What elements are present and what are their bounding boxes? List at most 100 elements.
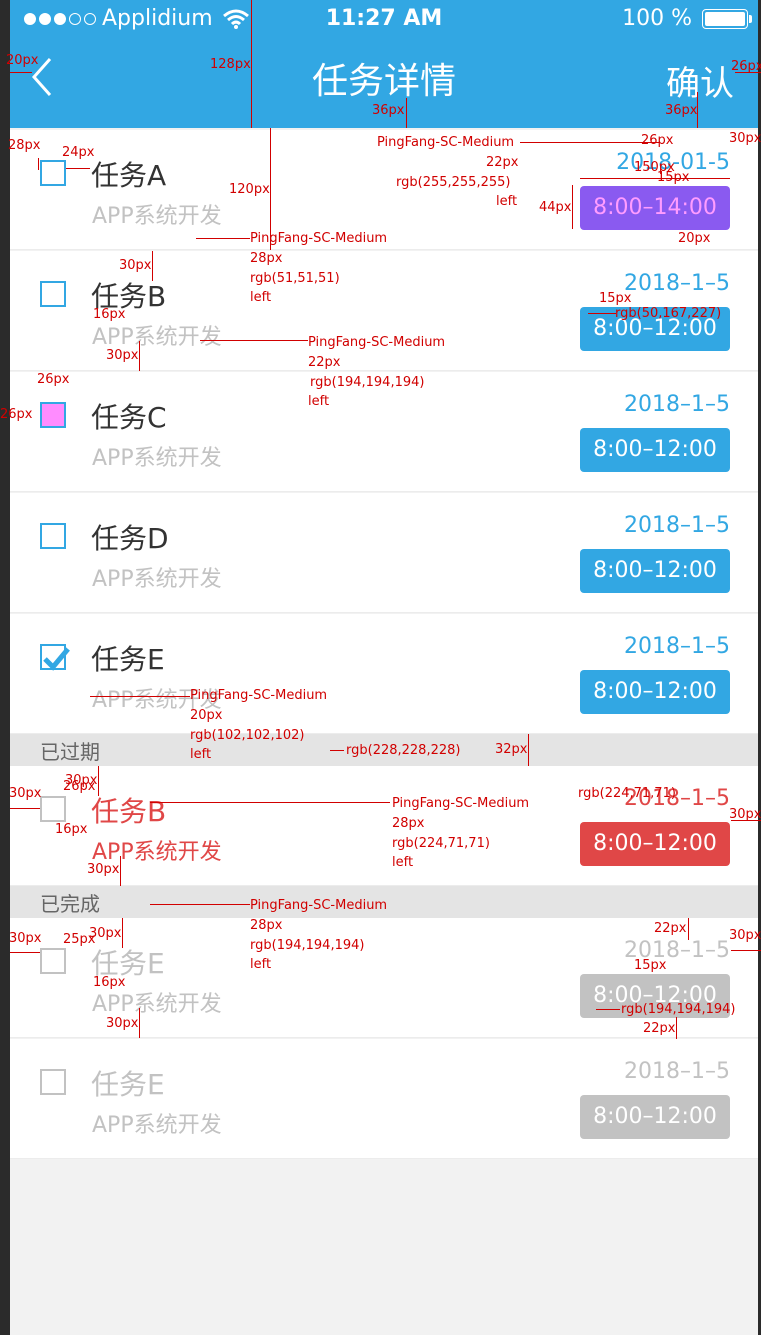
anno-label: PingFang-SC-Medium [377,135,515,150]
task-name: 任务D [91,522,169,555]
checkmark-icon [43,647,70,671]
anno-label: 36px [372,103,405,118]
anno-label: 30px [89,926,122,941]
task-name: 任务E [91,643,165,676]
anno-label: rgb(51,51,51) [250,271,340,286]
anno-label: rgb(228,228,228) [346,743,461,758]
anno-line [688,918,689,940]
task-item-expired[interactable]: 任务B APP系统开发 2018–1–5 8:00–12:00 [10,766,758,886]
task-date: 2018–1–5 [624,1059,730,1084]
anno-label: 30px [729,928,761,943]
task-subtitle: APP系统开发 [92,1113,222,1138]
anno-line [10,952,40,953]
anno-label: 36px [665,103,698,118]
task-checkbox[interactable] [40,402,66,428]
anno-line [528,734,529,766]
task-checkbox[interactable] [40,948,66,974]
task-checkbox[interactable] [40,160,66,186]
anno-label: 128px [210,57,251,72]
anno-label: 30px [119,258,152,273]
status-bar: Applidium 11:27 AM 100 % [10,0,758,40]
task-checkbox[interactable] [40,1069,66,1095]
anno-line [580,178,730,179]
anno-line [10,808,40,809]
anno-label: 44px [539,200,572,215]
anno-label: 16px [55,822,88,837]
anno-line [10,72,32,73]
task-date: 2018–1–5 [624,392,730,417]
anno-label: 30px [106,1016,139,1031]
task-subtitle: APP系统开发 [92,992,222,1017]
anno-label: 20px [6,53,39,68]
anno-label: 22px [486,155,519,170]
anno-label: 22px [643,1021,676,1036]
anno-line [66,168,90,169]
anno-label: 30px [106,348,139,363]
anno-label: left [392,855,414,870]
task-checkbox[interactable] [40,796,66,822]
task-checkbox[interactable] [40,281,66,307]
anno-label: PingFang-SC-Medium [308,335,446,350]
anno-line [676,1017,677,1039]
task-name: 任务E [91,1068,165,1101]
anno-label: 30px [87,862,120,877]
anno-label: 15px [599,291,632,306]
task-checkbox[interactable] [40,523,66,549]
anno-label: 28px [392,816,425,831]
anno-label: 16px [93,307,126,322]
anno-label: left [250,290,272,305]
confirm-button[interactable]: 确认 [666,56,734,105]
task-time-badge[interactable]: 8:00–12:00 [580,549,730,593]
task-item[interactable]: 任务C APP系统开发 2018–1–5 8:00–12:00 [10,372,758,492]
anno-label: rgb(194,194,194) [310,375,425,390]
anno-line [122,918,123,948]
task-subtitle: APP系统开发 [92,204,222,229]
anno-label: rgb(224,71,71) [578,786,676,801]
anno-label: 16px [93,975,126,990]
anno-label: left [190,747,212,762]
task-name: 任务C [91,401,167,434]
task-time-badge[interactable]: 8:00–14:00 [580,186,730,230]
anno-label: rgb(102,102,102) [190,728,305,743]
anno-label: rgb(224,71,71) [392,836,490,851]
anno-label: left [308,394,330,409]
task-checkbox-checked[interactable] [40,644,70,671]
section-label: 已过期 [40,740,100,764]
task-time-badge[interactable]: 8:00–12:00 [580,1095,730,1139]
anno-label: PingFang-SC-Medium [190,688,328,703]
anno-line [596,1009,620,1010]
task-subtitle: APP系统开发 [92,325,222,350]
anno-label: 30px [9,786,42,801]
anno-line [251,0,252,128]
task-date: 2018–1–5 [624,513,730,538]
screen: Applidium 11:27 AM 100 % 任务详情 确认 任务A APP… [10,0,758,1335]
anno-label: 20px [190,708,223,723]
task-subtitle: APP系统开发 [92,567,222,592]
anno-label: rgb(255,255,255) [396,175,511,190]
task-time-badge[interactable]: 8:00–12:00 [580,822,730,866]
anno-line [150,802,390,803]
battery-percent: 100 % [622,6,692,31]
anno-label: PingFang-SC-Medium [250,898,388,913]
task-time-badge[interactable]: 8:00–12:00 [580,428,730,472]
anno-line [406,98,407,128]
device-frame-left [0,0,10,1335]
task-item[interactable]: 任务D APP系统开发 2018–1–5 8:00–12:00 [10,493,758,613]
anno-label: 20px [678,231,711,246]
anno-line [572,185,573,229]
anno-label: 22px [308,355,341,370]
anno-label: 28px [250,918,283,933]
anno-label: 28px [8,138,41,153]
anno-line [150,904,250,905]
anno-line [38,158,39,170]
anno-label: 32px [495,742,528,757]
anno-label: rgb(194,194,194) [621,1002,736,1017]
task-item-done[interactable]: 任务E APP系统开发 2018–1–5 8:00–12:00 [10,1039,758,1159]
task-time-badge[interactable]: 8:00–12:00 [580,670,730,714]
anno-line [120,856,121,886]
task-date: 2018–1–5 [624,271,730,296]
task-item[interactable]: 任务E APP系统开发 2018–1–5 8:00–12:00 [10,614,758,734]
anno-line [731,950,761,951]
anno-label: 24px [62,145,95,160]
anno-line [152,251,153,281]
